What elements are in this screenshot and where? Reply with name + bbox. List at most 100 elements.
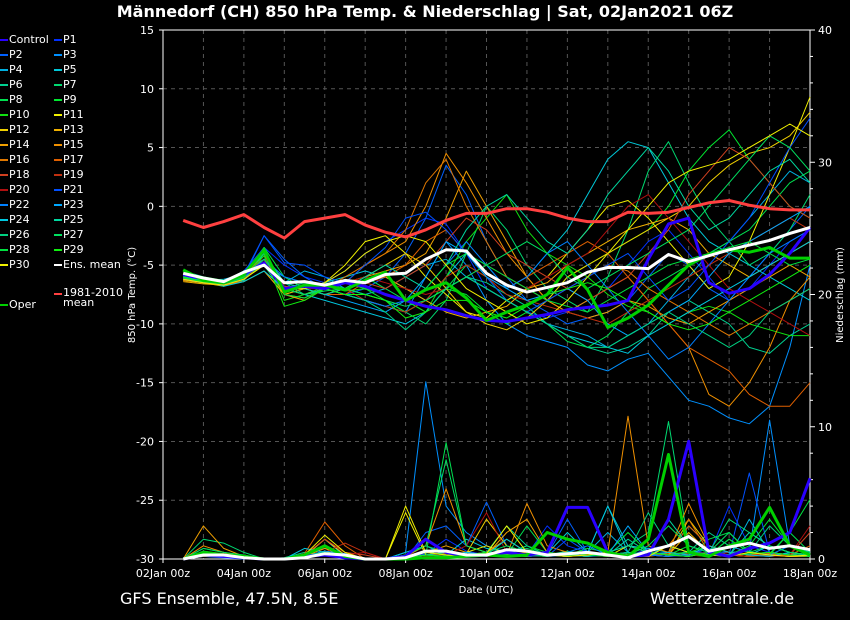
legend-swatch xyxy=(54,174,62,176)
legend-label: P20 xyxy=(9,183,30,196)
legend-item-p11: P11 xyxy=(54,109,84,121)
legend-label: P5 xyxy=(63,63,77,76)
legend-label: P18 xyxy=(9,168,30,181)
legend-label: P11 xyxy=(63,108,84,121)
legend-label: P23 xyxy=(63,198,84,211)
temp-line-p12 xyxy=(183,111,811,331)
y-tick-label: -30 xyxy=(136,553,154,566)
legend-swatch xyxy=(54,189,62,191)
x-tick-label: 16Jan 00z xyxy=(702,567,756,580)
x-tick-label: 10Jan 00z xyxy=(459,567,513,580)
legend-item-p30: P30 xyxy=(0,259,30,271)
footer-site: Wetterzentrale.de xyxy=(650,589,795,608)
legend-swatch xyxy=(54,129,62,131)
legend-item-ens-mean: Ens. mean xyxy=(54,259,121,271)
legend-item-control: Control xyxy=(0,34,49,46)
y-tick-label: -5 xyxy=(143,259,154,272)
legend-item-p12: P12 xyxy=(0,124,30,136)
legend-item-p7: P7 xyxy=(54,79,77,91)
y2-tick-label: 30 xyxy=(818,156,832,169)
legend-item-p4: P4 xyxy=(0,64,23,76)
legend-item-1981-2010-mean: 1981-2010 mean xyxy=(54,287,123,309)
legend-item-p1: P1 xyxy=(54,34,77,46)
legend-swatch xyxy=(0,114,8,116)
x-tick-label: 12Jan 00z xyxy=(540,567,594,580)
footer-model-info: GFS Ensemble, 47.5N, 8.5E xyxy=(120,589,339,608)
legend-swatch xyxy=(0,144,8,146)
legend-swatch xyxy=(0,54,8,56)
legend-swatch xyxy=(54,39,62,41)
legend-swatch xyxy=(54,249,62,251)
x-tick-label: 04Jan 00z xyxy=(217,567,271,580)
y-tick-label: -10 xyxy=(136,318,154,331)
legend-swatch xyxy=(54,84,62,86)
legend-swatch xyxy=(54,234,62,236)
legend-item-p14: P14 xyxy=(0,139,30,151)
legend-label: P1 xyxy=(63,33,77,46)
legend-swatch xyxy=(54,99,62,101)
legend-label: P3 xyxy=(63,48,77,61)
legend-label: P19 xyxy=(63,168,84,181)
x-axis-label: Date (UTC) xyxy=(459,585,514,596)
legend-swatch xyxy=(0,189,8,191)
y-tick-label: 15 xyxy=(140,24,154,37)
legend-swatch xyxy=(0,174,8,176)
legend-item-p25: P25 xyxy=(54,214,84,226)
legend-swatch xyxy=(0,249,8,251)
legend-swatch xyxy=(54,159,62,161)
legend-swatch xyxy=(0,219,8,221)
legend-label: P15 xyxy=(63,138,84,151)
legend-item-p8: P8 xyxy=(0,94,23,106)
y-tick-label: 5 xyxy=(147,142,154,155)
x-tick-label: 18Jan 00z xyxy=(783,567,837,580)
legend-label: P2 xyxy=(9,48,23,61)
legend-swatch xyxy=(54,264,62,266)
legend-swatch xyxy=(0,129,8,131)
legend-item-p19: P19 xyxy=(54,169,84,181)
legend-label: P28 xyxy=(9,243,30,256)
legend-item-p23: P23 xyxy=(54,199,84,211)
y-tick-label: 0 xyxy=(147,200,154,213)
legend-label: Control xyxy=(9,33,49,46)
y-tick-label: -15 xyxy=(136,377,154,390)
legend-label: P14 xyxy=(9,138,30,151)
legend-label: P13 xyxy=(63,123,84,136)
legend-item-p24: P24 xyxy=(0,214,30,226)
legend-item-p13: P13 xyxy=(54,124,84,136)
legend-item-p16: P16 xyxy=(0,154,30,166)
legend-item-p26: P26 xyxy=(0,229,30,241)
y-tick-label: -25 xyxy=(136,494,154,507)
x-tick-label: 06Jan 00z xyxy=(298,567,352,580)
y2-tick-label: 40 xyxy=(818,24,832,37)
legend-item-p10: P10 xyxy=(0,109,30,121)
x-tick-label: 14Jan 00z xyxy=(621,567,675,580)
legend-label: Oper xyxy=(9,298,36,311)
y2-tick-label: 10 xyxy=(818,421,832,434)
legend-label: Ens. mean xyxy=(63,258,121,271)
legend-label: P6 xyxy=(9,78,23,91)
legend-swatch xyxy=(0,159,8,161)
y-axis-label: 850 hPa Temp. (°C) xyxy=(127,247,138,343)
legend-swatch xyxy=(0,234,8,236)
temp-line-p14 xyxy=(183,170,811,325)
legend-item-p18: P18 xyxy=(0,169,30,181)
legend-item-p20: P20 xyxy=(0,184,30,196)
legend-item-p29: P29 xyxy=(54,244,84,256)
legend-item-p5: P5 xyxy=(54,64,77,76)
legend-label: P21 xyxy=(63,183,84,196)
legend-label: P27 xyxy=(63,228,84,241)
legend-item-p2: P2 xyxy=(0,49,23,61)
legend-item-p27: P27 xyxy=(54,229,84,241)
legend-swatch xyxy=(0,99,8,101)
legend-item-p22: P22 xyxy=(0,199,30,211)
y2-tick-label: 20 xyxy=(818,289,832,302)
y2-tick-label: 0 xyxy=(818,553,825,566)
y-tick-label: -20 xyxy=(136,435,154,448)
temp-line-p2 xyxy=(183,164,811,325)
legend-label: P12 xyxy=(9,123,30,136)
x-tick-label: 02Jan 00z xyxy=(136,567,190,580)
legend-swatch xyxy=(54,54,62,56)
legend-swatch xyxy=(54,114,62,116)
legend-swatch xyxy=(0,69,8,71)
legend-swatch xyxy=(54,204,62,206)
